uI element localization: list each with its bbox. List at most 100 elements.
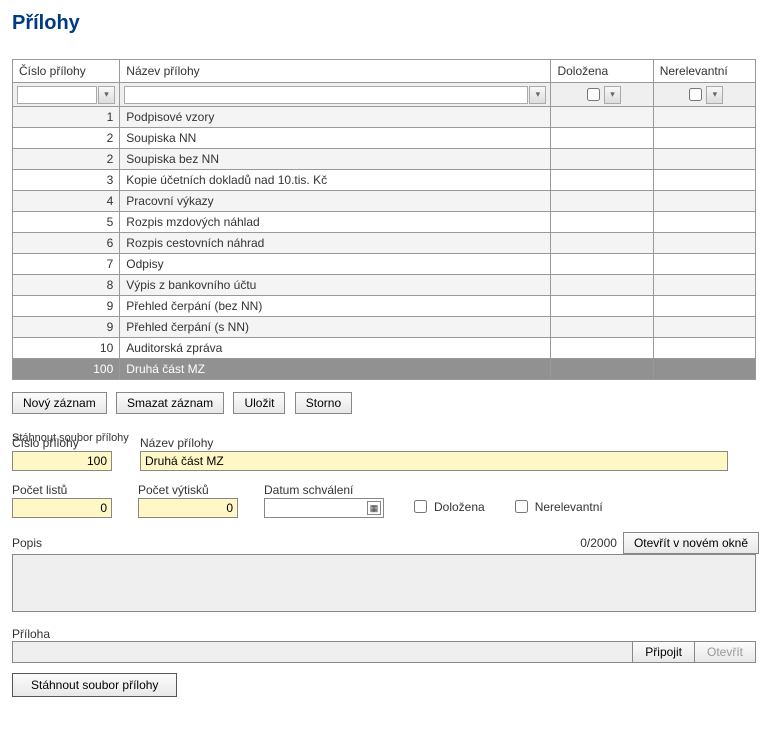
cell-dolozena: [551, 212, 653, 233]
cell-name: Pracovní výkazy: [120, 191, 551, 212]
dolozena-label: Doložena: [434, 500, 485, 514]
delete-record-button[interactable]: Smazat záznam: [116, 392, 224, 414]
col-header-nerelevantni[interactable]: Nerelevantní: [653, 60, 755, 83]
page-title: Přílohy: [12, 12, 759, 35]
filter-dolozena-checkbox[interactable]: [587, 88, 600, 101]
table-row[interactable]: 6Rozpis cestovních náhrad: [13, 233, 756, 254]
table-row[interactable]: 4Pracovní výkazy: [13, 191, 756, 212]
cell-nerelevantni: [653, 212, 755, 233]
cell-nerelevantni: [653, 149, 755, 170]
table-row[interactable]: 8Výpis z bankovního účtu: [13, 275, 756, 296]
cell-nerelevantni: [653, 359, 755, 380]
cell-name: Kopie účetních dokladů nad 10.tis. Kč: [120, 170, 551, 191]
cell-dolozena: [551, 317, 653, 338]
cell-number: 7: [13, 254, 120, 275]
cislo-input[interactable]: [12, 451, 112, 471]
filter-icon[interactable]: ▾: [529, 86, 546, 104]
cell-name: Přehled čerpání (bez NN): [120, 296, 551, 317]
new-record-button[interactable]: Nový záznam: [12, 392, 107, 414]
table-row[interactable]: 100Druhá část MZ: [13, 359, 756, 380]
filter-name-input[interactable]: [124, 86, 528, 104]
cell-number: 10: [13, 338, 120, 359]
attachments-table: Číslo přílohy Název přílohy Doložena Ner…: [12, 59, 756, 380]
table-row[interactable]: 9Přehled čerpání (bez NN): [13, 296, 756, 317]
filter-icon[interactable]: ▾: [98, 86, 115, 104]
cell-name: Výpis z bankovního účtu: [120, 275, 551, 296]
cell-number: 5: [13, 212, 120, 233]
open-new-window-button[interactable]: Otevřít v novém okně: [623, 532, 759, 554]
dolozena-checkbox[interactable]: [414, 500, 427, 513]
cell-number: 2: [13, 128, 120, 149]
cell-number: 6: [13, 233, 120, 254]
table-row[interactable]: 5Rozpis mzdových náhlad: [13, 212, 756, 233]
open-button: Otevřít: [694, 642, 755, 662]
table-row[interactable]: 10Auditorská zpráva: [13, 338, 756, 359]
priloha-label: Příloha: [12, 627, 50, 641]
cell-name: Odpisy: [120, 254, 551, 275]
cell-nerelevantni: [653, 128, 755, 149]
cell-nerelevantni: [653, 233, 755, 254]
nazev-input[interactable]: [140, 451, 728, 471]
cell-dolozena: [551, 233, 653, 254]
cell-dolozena: [551, 149, 653, 170]
popis-char-count: 0/2000: [580, 536, 617, 550]
cell-nerelevantni: [653, 254, 755, 275]
cell-nerelevantni: [653, 107, 755, 128]
table-row[interactable]: 2Soupiska bez NN: [13, 149, 756, 170]
cell-dolozena: [551, 170, 653, 191]
pocet-vytisku-input[interactable]: [138, 498, 238, 518]
download-attachment-button[interactable]: Stáhnout soubor přílohy: [12, 673, 177, 697]
cell-name: Rozpis cestovních náhrad: [120, 233, 551, 254]
cislo-label: Číslo přílohy: [12, 436, 112, 450]
cell-dolozena: [551, 275, 653, 296]
pocet-listu-label: Počet listů: [12, 483, 112, 497]
cell-dolozena: [551, 107, 653, 128]
attach-button[interactable]: Připojit: [632, 642, 694, 662]
cell-number: 8: [13, 275, 120, 296]
cell-name: Rozpis mzdových náhlad: [120, 212, 551, 233]
cell-number: 9: [13, 317, 120, 338]
cell-nerelevantni: [653, 338, 755, 359]
cell-dolozena: [551, 128, 653, 149]
cell-number: 9: [13, 296, 120, 317]
nerelevantni-checkbox[interactable]: [515, 500, 528, 513]
cell-nerelevantni: [653, 275, 755, 296]
priloha-file-name: [13, 642, 632, 662]
table-row[interactable]: 9Přehled čerpání (s NN): [13, 317, 756, 338]
cell-name: Auditorská zpráva: [120, 338, 551, 359]
datum-label: Datum schválení: [264, 483, 384, 497]
col-header-dolozena[interactable]: Doložena: [551, 60, 653, 83]
filter-nerelevantni-checkbox[interactable]: [689, 88, 702, 101]
table-row[interactable]: 7Odpisy: [13, 254, 756, 275]
table-row[interactable]: 1Podpisové vzory: [13, 107, 756, 128]
pocet-listu-input[interactable]: [12, 498, 112, 518]
cell-number: 4: [13, 191, 120, 212]
filter-number-input[interactable]: [17, 86, 97, 104]
cell-nerelevantni: [653, 170, 755, 191]
col-header-number[interactable]: Číslo přílohy: [13, 60, 120, 83]
action-buttons: Nový záznam Smazat záznam Uložit Storno: [12, 392, 759, 414]
table-row[interactable]: 3Kopie účetních dokladů nad 10.tis. Kč: [13, 170, 756, 191]
table-row[interactable]: 2Soupiska NN: [13, 128, 756, 149]
cell-name: Druhá část MZ: [120, 359, 551, 380]
calendar-icon[interactable]: ▦: [367, 501, 381, 515]
cell-nerelevantni: [653, 191, 755, 212]
cancel-button[interactable]: Storno: [295, 392, 352, 414]
col-header-name[interactable]: Název přílohy: [120, 60, 551, 83]
datum-input[interactable]: [264, 498, 384, 518]
popis-textarea[interactable]: [12, 554, 756, 612]
filter-icon[interactable]: ▾: [604, 86, 621, 104]
save-button[interactable]: Uložit: [233, 392, 285, 414]
cell-number: 100: [13, 359, 120, 380]
popis-label: Popis: [12, 536, 42, 550]
nerelevantni-label: Nerelevantní: [535, 500, 603, 514]
nazev-label: Název přílohy: [140, 436, 728, 450]
cell-nerelevantni: [653, 317, 755, 338]
cell-name: Podpisové vzory: [120, 107, 551, 128]
filter-icon[interactable]: ▾: [706, 86, 723, 104]
cell-name: Soupiska bez NN: [120, 149, 551, 170]
cell-dolozena: [551, 359, 653, 380]
pocet-vytisku-label: Počet výtisků: [138, 483, 238, 497]
cell-dolozena: [551, 338, 653, 359]
cell-number: 3: [13, 170, 120, 191]
